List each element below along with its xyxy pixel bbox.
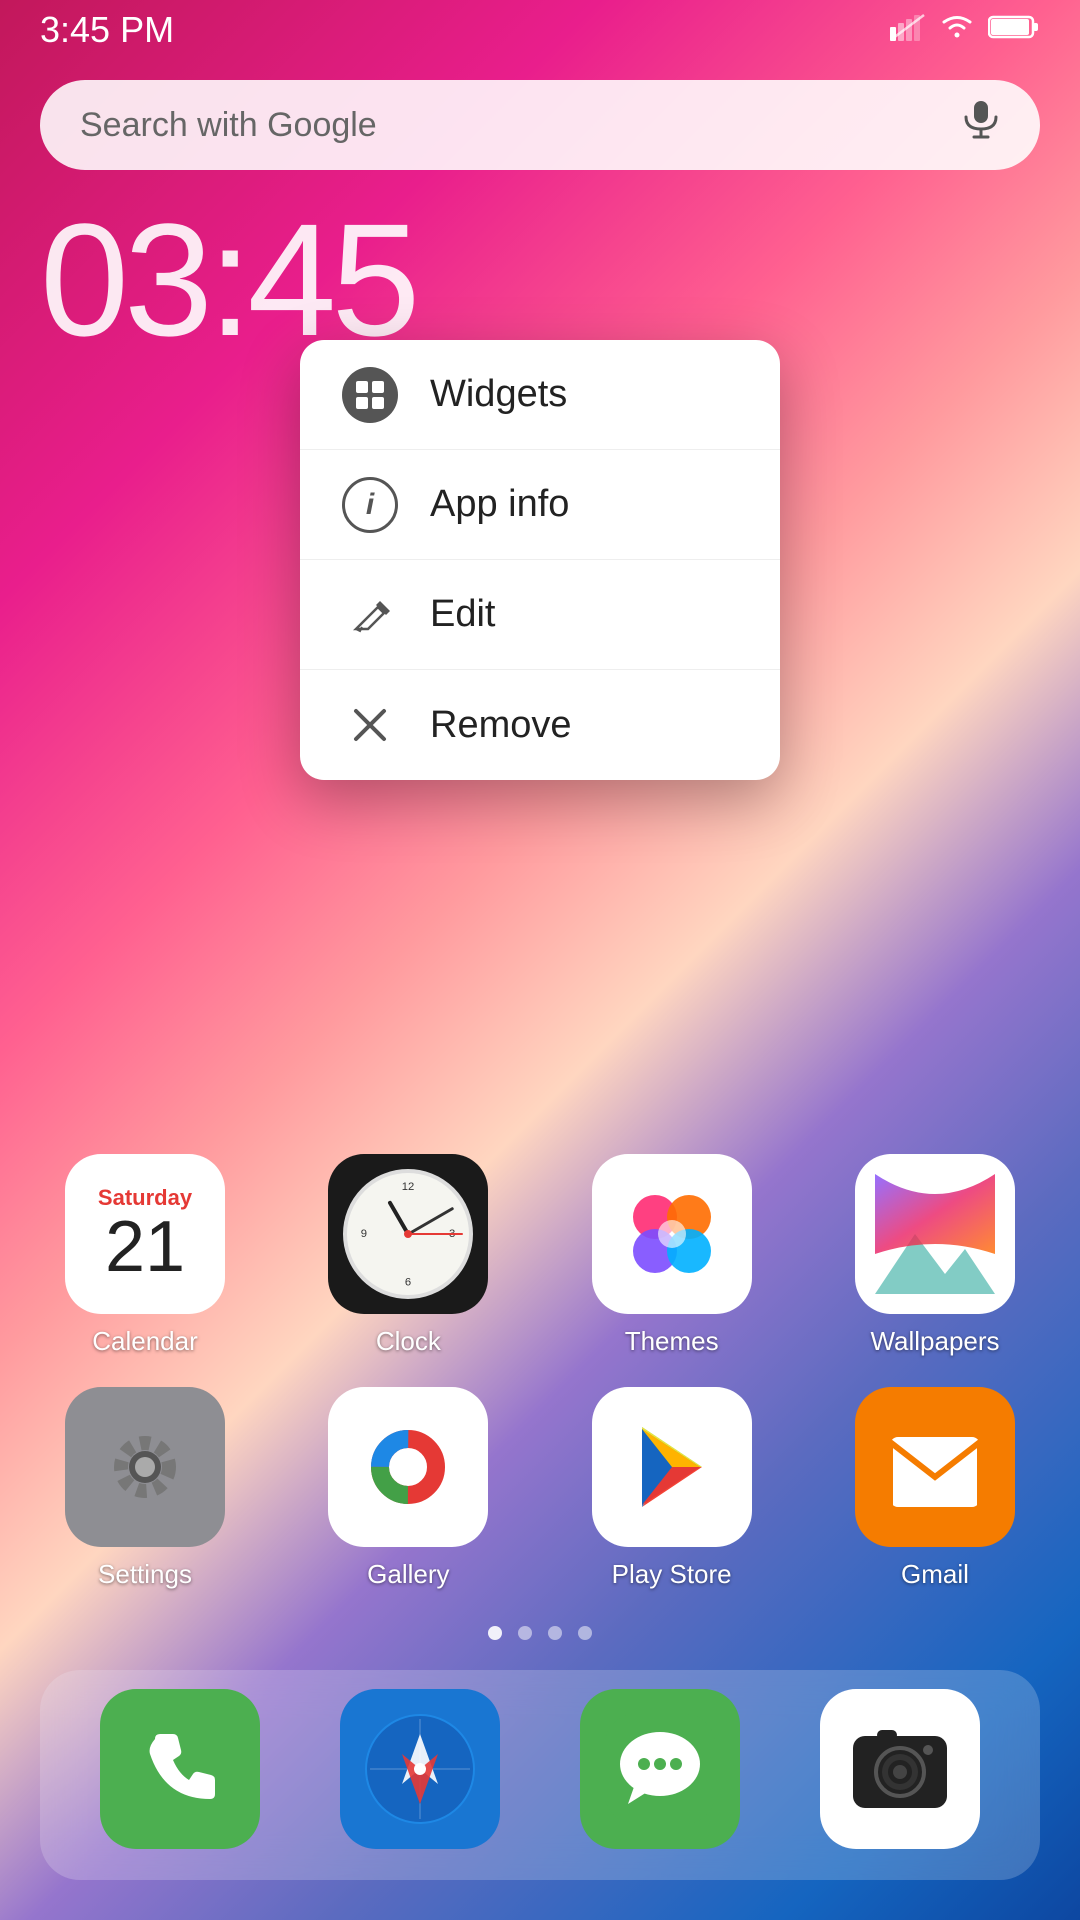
svg-text:6: 6 [405, 1277, 411, 1289]
status-time: 3:45 PM [40, 9, 174, 51]
clock-widget: 03:45 [40, 200, 415, 360]
clock-center [404, 1230, 412, 1238]
clock-icon-img: 12 3 6 9 [328, 1154, 488, 1314]
safari-icon-img [340, 1689, 500, 1849]
messages-icon-img [580, 1689, 740, 1849]
search-bar[interactable]: Search with Google [40, 80, 1040, 170]
gmail-icon-img [855, 1387, 1015, 1547]
dock-app-phone[interactable] [75, 1689, 285, 1861]
settings-label: Settings [98, 1559, 192, 1590]
page-dots [0, 1626, 1080, 1640]
dot-3[interactable] [548, 1626, 562, 1640]
edit-icon [340, 585, 400, 645]
dot-2[interactable] [518, 1626, 532, 1640]
themes-icon-img [592, 1154, 752, 1314]
status-icons [890, 13, 1040, 48]
wallpapers-label: Wallpapers [870, 1326, 999, 1357]
phone-icon-img [100, 1689, 260, 1849]
gallery-icon-img [328, 1387, 488, 1547]
svg-text:9: 9 [361, 1228, 367, 1240]
settings-icon-img [65, 1387, 225, 1547]
menu-item-widgets[interactable]: Widgets [300, 340, 780, 450]
app-icon-gmail[interactable]: Gmail [830, 1387, 1040, 1590]
signal-icon [890, 13, 926, 48]
app-row-1: Saturday 21 Calendar 12 3 6 9 [40, 1154, 1040, 1357]
app-icon-settings[interactable]: Settings [40, 1387, 250, 1590]
gmail-label: Gmail [901, 1559, 969, 1590]
menu-label-appinfo: App info [430, 483, 569, 526]
playstore-icon-img [592, 1387, 752, 1547]
svg-text:12: 12 [402, 1181, 415, 1193]
clock-face: 12 3 6 9 [343, 1169, 473, 1299]
dock-app-camera[interactable] [795, 1689, 1005, 1861]
search-placeholder: Search with Google [80, 106, 962, 145]
microphone-icon[interactable] [962, 99, 1000, 151]
clock-display: 03:45 [40, 200, 415, 360]
menu-item-remove[interactable]: Remove [300, 670, 780, 780]
dot-1[interactable] [488, 1626, 502, 1640]
dock-app-safari[interactable] [315, 1689, 525, 1861]
gallery-label: Gallery [367, 1559, 449, 1590]
playstore-label: Play Store [612, 1559, 732, 1590]
app-icon-wallpapers[interactable]: Wallpapers [830, 1154, 1040, 1357]
info-icon: i [340, 475, 400, 535]
menu-item-appinfo[interactable]: i App info [300, 450, 780, 560]
app-icon-clock[interactable]: 12 3 6 9 Clock [303, 1154, 513, 1357]
calendar-icon-img: Saturday 21 [65, 1154, 225, 1314]
app-icon-playstore[interactable]: Play Store [567, 1387, 777, 1590]
app-row-2: Settings Gallery [40, 1387, 1040, 1590]
menu-label-widgets: Widgets [430, 373, 567, 416]
remove-icon [340, 695, 400, 755]
status-bar: 3:45 PM [0, 0, 1080, 60]
calendar-day-num: 21 [98, 1211, 192, 1283]
themes-label: Themes [625, 1326, 719, 1357]
battery-icon [988, 14, 1040, 47]
widgets-icon [340, 365, 400, 425]
wallpapers-icon-img [855, 1154, 1015, 1314]
app-icon-themes[interactable]: Themes [567, 1154, 777, 1357]
app-icon-gallery[interactable]: Gallery [303, 1387, 513, 1590]
wifi-icon [938, 13, 976, 48]
app-icon-calendar[interactable]: Saturday 21 Calendar [40, 1154, 250, 1357]
dock-app-messages[interactable] [555, 1689, 765, 1861]
dot-4[interactable] [578, 1626, 592, 1640]
dock [40, 1670, 1040, 1880]
calendar-label: Calendar [92, 1326, 198, 1357]
clock-label: Clock [376, 1326, 441, 1357]
context-menu: Widgets i App info Edit Remove [300, 340, 780, 780]
second-hand [408, 1233, 463, 1235]
menu-item-edit[interactable]: Edit [300, 560, 780, 670]
menu-label-edit: Edit [430, 593, 495, 636]
camera-icon-img [820, 1689, 980, 1849]
menu-label-remove: Remove [430, 704, 572, 747]
app-grid: Saturday 21 Calendar 12 3 6 9 [0, 1154, 1080, 1620]
